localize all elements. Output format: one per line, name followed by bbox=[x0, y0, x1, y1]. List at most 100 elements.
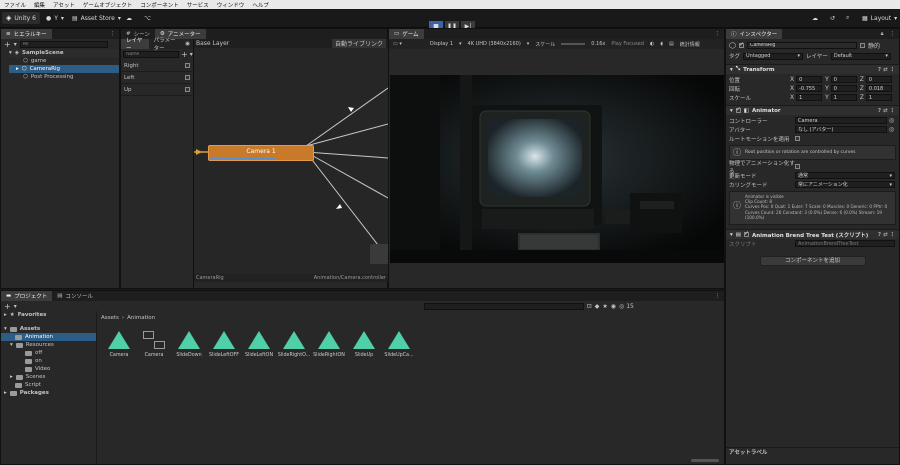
auto-live-link-button[interactable]: 自動ライブリンク bbox=[331, 39, 386, 48]
component-options-icon[interactable]: ? ⇄ ⋮ bbox=[878, 108, 895, 114]
animator-graph[interactable]: Base Layer 自動ライブリンク Camera 1 CameraRig A… bbox=[194, 39, 388, 282]
transform-scale-y-field[interactable]: 1 bbox=[830, 94, 857, 101]
breadcrumb-assets[interactable]: Assets bbox=[101, 315, 119, 321]
tab-project[interactable]: ▬ プロジェクト bbox=[1, 291, 53, 301]
object-picker-icon[interactable]: ◎ bbox=[889, 117, 894, 124]
state-node-camera-1[interactable]: Camera 1 bbox=[208, 145, 314, 161]
mute-icon[interactable]: ◖ bbox=[660, 41, 663, 47]
param-toggle[interactable] bbox=[185, 63, 190, 68]
transform-rotation-y-field[interactable]: 0 bbox=[830, 85, 857, 92]
search-type-icon[interactable]: ⊡ bbox=[587, 303, 592, 310]
component-enabled-toggle[interactable] bbox=[743, 230, 749, 237]
more-icon[interactable]: ⋮ bbox=[110, 31, 116, 37]
asset-item[interactable]: SlideRightON bbox=[313, 331, 345, 358]
zoom-slider[interactable] bbox=[691, 459, 719, 462]
component-options-icon[interactable]: ? ⇄ ⋮ bbox=[878, 67, 895, 73]
resolution-dropdown[interactable]: 4K UHD (3840x2160) bbox=[468, 41, 521, 47]
menu-item[interactable]: アセット bbox=[53, 1, 75, 9]
more-icon[interactable]: ⋮ bbox=[715, 293, 721, 299]
project-search-input[interactable] bbox=[423, 302, 584, 310]
param-toggle[interactable] bbox=[185, 87, 190, 92]
breadcrumb-animation[interactable]: Animation bbox=[127, 315, 155, 321]
param-row[interactable]: Right bbox=[121, 60, 193, 72]
hierarchy-item-camerarig[interactable]: ▸ ⬡ CameraRig bbox=[9, 65, 119, 73]
add-icon[interactable]: + bbox=[4, 40, 11, 49]
more-icon[interactable]: ⋮ bbox=[890, 31, 896, 37]
param-toggle[interactable] bbox=[185, 75, 190, 80]
object-name-field[interactable] bbox=[746, 41, 857, 49]
folder-video[interactable]: Video bbox=[1, 365, 96, 373]
animator-component-header[interactable]: ▾ ◧ Animator ? ⇄ ⋮ bbox=[726, 105, 899, 115]
transform-scale-z-field[interactable]: 1 bbox=[865, 94, 892, 101]
transform-position-z-field[interactable]: 0 bbox=[865, 76, 892, 83]
scale-slider[interactable] bbox=[561, 43, 586, 45]
params-search-input[interactable] bbox=[123, 50, 179, 58]
layer-dropdown[interactable]: Default ▾ bbox=[830, 52, 891, 60]
account-button[interactable]: ● Y ▾ bbox=[42, 12, 68, 24]
component-options-icon[interactable]: ? ⇄ ⋮ bbox=[878, 232, 895, 238]
game-view-dropdown[interactable]: ▭ ▾ bbox=[393, 41, 402, 47]
menu-item[interactable]: ファイル bbox=[4, 1, 26, 9]
avatar-field[interactable]: なし (アバター) bbox=[795, 126, 887, 133]
transform-scale-x-field[interactable]: 1 bbox=[796, 94, 823, 101]
object-picker-icon[interactable]: ◎ bbox=[889, 126, 894, 133]
search-button[interactable]: ⌕ bbox=[842, 12, 853, 24]
tab-hierarchy[interactable]: ≡ ヒエラルキー bbox=[1, 29, 52, 39]
transform-position-y-field[interactable]: 0 bbox=[830, 76, 857, 83]
tab-parameters[interactable]: パラメーター bbox=[149, 38, 186, 52]
component-enabled-toggle[interactable] bbox=[735, 106, 741, 113]
asset-item[interactable]: SlideLeftOFF bbox=[208, 331, 240, 358]
assets-folder[interactable]: ▾ Assets bbox=[1, 325, 96, 333]
active-toggle[interactable] bbox=[738, 41, 744, 48]
physics-toggle[interactable] bbox=[795, 164, 800, 169]
asset-item[interactable]: SlideDown bbox=[173, 331, 205, 358]
asset-store-button[interactable]: ▤ Asset Store ▾ bbox=[68, 12, 125, 24]
tab-console[interactable]: ▤ コンソール bbox=[52, 291, 98, 301]
tab-game[interactable]: ▭ ゲーム bbox=[389, 29, 424, 39]
asset-item[interactable]: SlideUpCa... bbox=[383, 331, 415, 358]
asset-item[interactable]: SlideLeftON bbox=[243, 331, 275, 358]
play-focused-dropdown[interactable]: Play Focused bbox=[611, 41, 644, 47]
asset-item[interactable]: SlideRightO... bbox=[278, 331, 310, 358]
folder-on[interactable]: on bbox=[1, 357, 96, 365]
root-motion-toggle[interactable] bbox=[795, 136, 800, 141]
packages-folder[interactable]: ▸ Packages bbox=[1, 389, 96, 397]
transform-position-x-field[interactable]: 0 bbox=[796, 76, 823, 83]
transform-rotation-x-field[interactable]: -0.755 bbox=[796, 85, 823, 92]
eye-icon[interactable]: ◉ bbox=[185, 41, 190, 47]
menu-item[interactable]: ウィンドウ bbox=[217, 1, 245, 9]
asset-item[interactable]: SlideUp bbox=[348, 331, 380, 358]
add-icon[interactable]: + bbox=[181, 50, 188, 59]
hierarchy-item-post-processing[interactable]: ⬡ Post Processing bbox=[9, 73, 119, 81]
favorite-icon[interactable]: ★ bbox=[602, 303, 607, 310]
transform-header[interactable]: ▾ ⤡ Transform ? ⇄ ⋮ bbox=[726, 64, 899, 74]
audio-icon[interactable]: ◐ bbox=[650, 41, 654, 47]
filter-label-icon[interactable]: ◆ bbox=[595, 303, 600, 310]
static-toggle[interactable] bbox=[859, 42, 865, 48]
folder-resources[interactable]: ▾ Resources bbox=[1, 341, 96, 349]
tag-dropdown[interactable]: Untagged ▾ bbox=[743, 52, 804, 60]
culling-mode-dropdown[interactable]: 常にアニメーション化 ▾ bbox=[795, 181, 895, 188]
hierarchy-item-game[interactable]: ⬡ game bbox=[9, 57, 119, 65]
param-row[interactable]: Up bbox=[121, 84, 193, 96]
controller-field[interactable]: Camera bbox=[795, 117, 887, 124]
folder-animation[interactable]: Animation bbox=[1, 333, 96, 341]
game-viewport[interactable] bbox=[390, 75, 724, 263]
asset-item[interactable]: Camera bbox=[103, 331, 135, 358]
menu-item[interactable]: ゲームオブジェクト bbox=[83, 1, 132, 9]
transform-rotation-z-field[interactable]: 0.018 bbox=[865, 85, 892, 92]
add-component-button[interactable]: コンポーネントを追加 bbox=[759, 256, 866, 266]
hidden-packages-icon[interactable]: ◉ bbox=[611, 303, 616, 310]
tab-inspector[interactable]: ⓘ インスペクター bbox=[726, 29, 783, 39]
breadcrumb-base-layer[interactable]: Base Layer bbox=[196, 40, 229, 47]
services-button[interactable]: ☁ bbox=[808, 12, 822, 24]
display-dropdown[interactable]: Display 1 bbox=[430, 41, 453, 47]
tab-layers[interactable]: レイヤー bbox=[121, 38, 149, 52]
menu-item[interactable]: ヘルプ bbox=[252, 1, 269, 9]
param-row[interactable]: Left bbox=[121, 72, 193, 84]
menu-item[interactable]: コンポーネント bbox=[140, 1, 179, 9]
stats-button[interactable]: 統計情報 bbox=[680, 41, 700, 48]
gizmos-icon[interactable]: ▤ bbox=[669, 41, 674, 47]
menu-item[interactable]: 編集 bbox=[34, 1, 45, 9]
more-icon[interactable]: ⋮ bbox=[715, 31, 721, 37]
